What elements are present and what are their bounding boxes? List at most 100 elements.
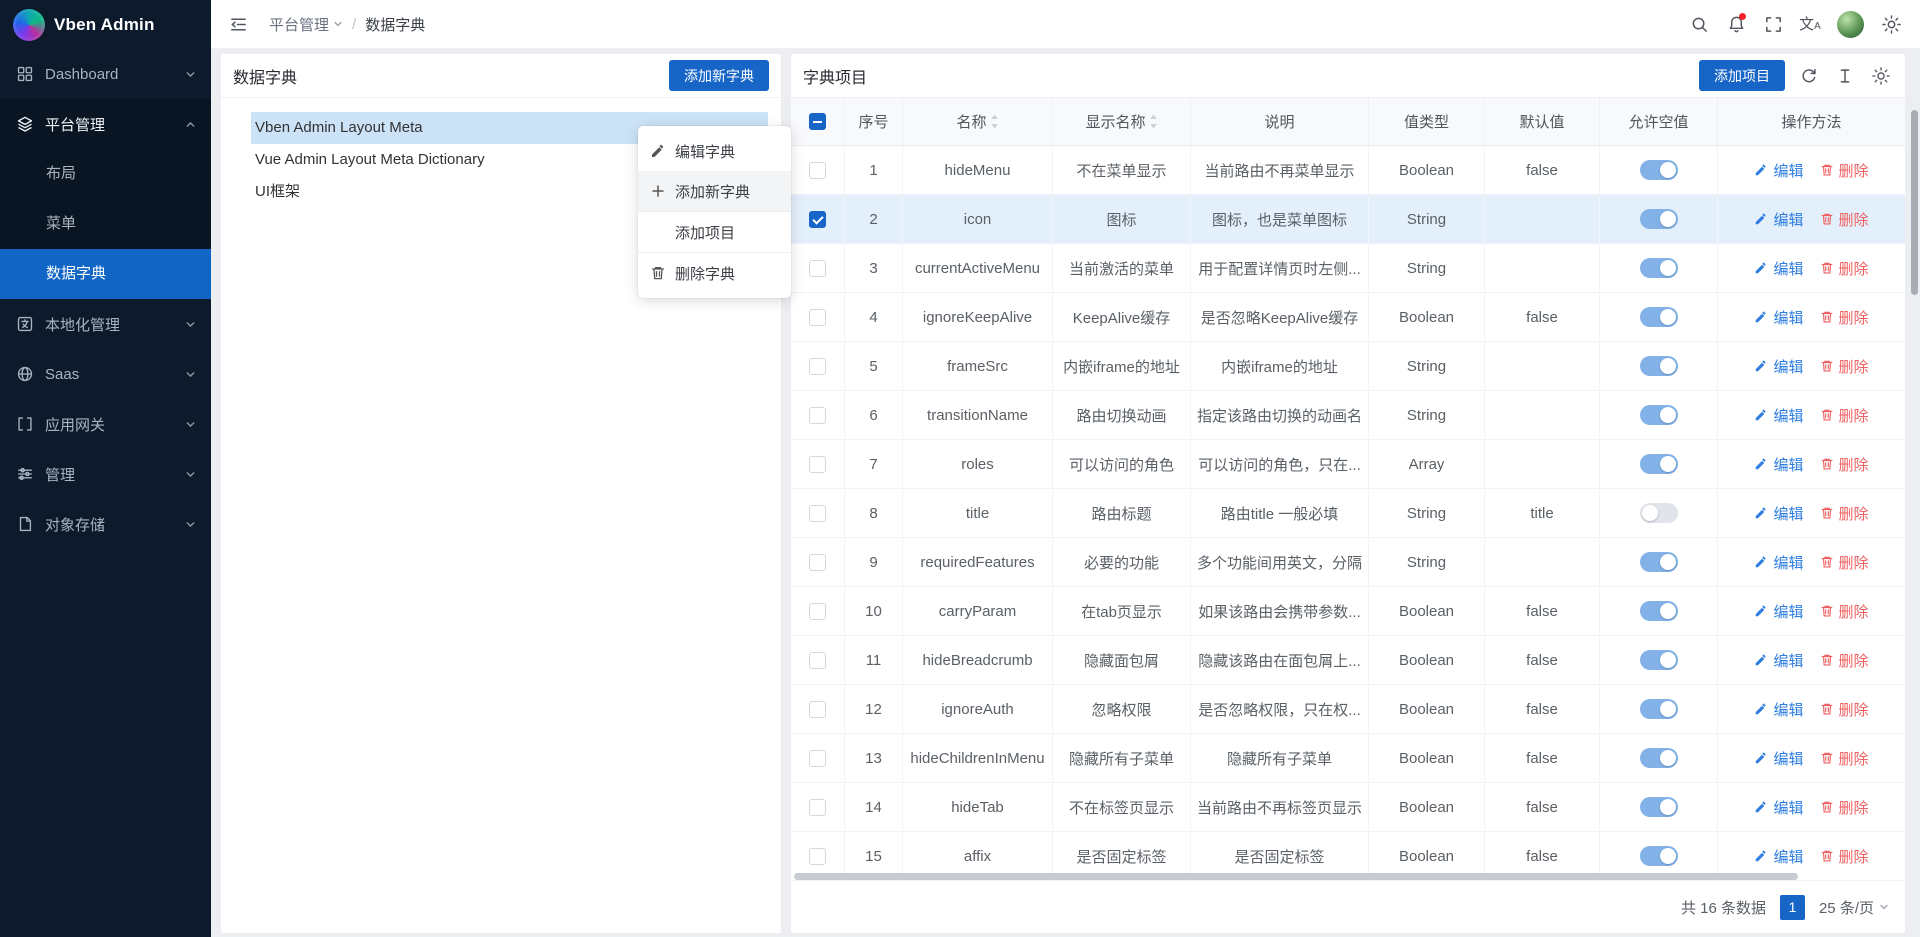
delete-button[interactable]: 删除 xyxy=(1820,797,1869,818)
column-header-name[interactable]: 名称 xyxy=(903,98,1053,146)
allow-null-toggle[interactable] xyxy=(1640,797,1678,817)
allow-null-toggle[interactable] xyxy=(1640,699,1678,719)
allow-null-toggle[interactable] xyxy=(1640,160,1678,180)
allow-null-toggle[interactable] xyxy=(1640,405,1678,425)
delete-button[interactable]: 删除 xyxy=(1820,552,1869,573)
row-height-icon[interactable] xyxy=(1833,64,1857,88)
edit-button[interactable]: 编辑 xyxy=(1754,601,1803,622)
edit-button[interactable]: 编辑 xyxy=(1754,748,1803,769)
row-checkbox[interactable] xyxy=(809,652,826,669)
edit-button[interactable]: 编辑 xyxy=(1754,846,1803,867)
edit-button[interactable]: 编辑 xyxy=(1754,650,1803,671)
delete-button[interactable]: 删除 xyxy=(1820,846,1869,867)
row-checkbox[interactable] xyxy=(809,554,826,571)
vertical-scrollbar[interactable] xyxy=(1911,110,1918,295)
sidebar-subitem-layout[interactable]: 布局 xyxy=(0,149,211,199)
refresh-icon[interactable] xyxy=(1797,64,1821,88)
edit-button[interactable]: 编辑 xyxy=(1754,356,1803,377)
edit-button[interactable]: 编辑 xyxy=(1754,699,1803,720)
sidebar-item-label: 应用网关 xyxy=(45,414,185,435)
row-checkbox[interactable] xyxy=(809,260,826,277)
row-checkbox[interactable] xyxy=(809,309,826,326)
edit-button[interactable]: 编辑 xyxy=(1754,258,1803,279)
sidebar-item-platform[interactable]: 平台管理 xyxy=(0,99,211,149)
sort-icon[interactable] xyxy=(1149,114,1158,129)
sidebar-item-gateway[interactable]: 应用网关 xyxy=(0,399,211,449)
edit-button[interactable]: 编辑 xyxy=(1754,307,1803,328)
delete-button[interactable]: 删除 xyxy=(1820,748,1869,769)
edit-button[interactable]: 编辑 xyxy=(1754,552,1803,573)
notification-icon[interactable] xyxy=(1721,9,1751,39)
logo[interactable]: Vben Admin xyxy=(0,0,211,49)
horizontal-scrollbar[interactable] xyxy=(794,873,1798,880)
row-checkbox[interactable] xyxy=(809,162,826,179)
allow-null-toggle[interactable] xyxy=(1640,846,1678,866)
allow-null-toggle[interactable] xyxy=(1640,552,1678,572)
context-menu-item[interactable]: 添加项目 xyxy=(638,212,791,252)
row-checkbox[interactable] xyxy=(809,799,826,816)
sort-icon[interactable] xyxy=(990,114,999,129)
cell-description: 当前路由不再标签页显示 xyxy=(1191,783,1369,832)
row-checkbox[interactable] xyxy=(809,750,826,767)
allow-null-toggle[interactable] xyxy=(1640,650,1678,670)
row-checkbox[interactable] xyxy=(809,603,826,620)
add-dictionary-button[interactable]: 添加新字典 xyxy=(669,60,769,91)
sidebar-item-saas[interactable]: Saas xyxy=(0,349,211,399)
delete-button[interactable]: 删除 xyxy=(1820,601,1869,622)
edit-button[interactable]: 编辑 xyxy=(1754,797,1803,818)
delete-button[interactable]: 删除 xyxy=(1820,160,1869,181)
delete-button[interactable]: 删除 xyxy=(1820,454,1869,475)
select-all-checkbox[interactable] xyxy=(809,113,826,130)
delete-button[interactable]: 删除 xyxy=(1820,258,1869,279)
edit-button[interactable]: 编辑 xyxy=(1754,160,1803,181)
table-wrap: 序号名称显示名称说明值类型默认值允许空值操作方法1hideMenu不在菜单显示当… xyxy=(791,98,1905,881)
row-checkbox[interactable] xyxy=(809,211,826,228)
table-settings-icon[interactable] xyxy=(1869,64,1893,88)
delete-button[interactable]: 删除 xyxy=(1820,356,1869,377)
add-item-button[interactable]: 添加项目 xyxy=(1699,60,1785,91)
row-checkbox[interactable] xyxy=(809,848,826,865)
allow-null-toggle[interactable] xyxy=(1640,258,1678,278)
row-checkbox[interactable] xyxy=(809,407,826,424)
delete-button[interactable]: 删除 xyxy=(1820,650,1869,671)
allow-null-toggle[interactable] xyxy=(1640,307,1678,327)
context-menu-item[interactable]: 编辑字典 xyxy=(638,131,791,171)
avatar[interactable] xyxy=(1837,11,1864,38)
allow-null-toggle[interactable] xyxy=(1640,748,1678,768)
pagination-page-1[interactable]: 1 xyxy=(1780,895,1805,920)
delete-button[interactable]: 删除 xyxy=(1820,209,1869,230)
column-header-display[interactable]: 显示名称 xyxy=(1053,98,1191,146)
language-icon[interactable]: 文A xyxy=(1795,9,1825,39)
row-checkbox[interactable] xyxy=(809,505,826,522)
sidebar-item-localization[interactable]: 本地化管理 xyxy=(0,299,211,349)
delete-button[interactable]: 删除 xyxy=(1820,405,1869,426)
sidebar-collapse-icon[interactable] xyxy=(223,9,253,39)
settings-gear-icon[interactable] xyxy=(1876,9,1906,39)
sidebar-item-management[interactable]: 管理 xyxy=(0,449,211,499)
allow-null-toggle[interactable] xyxy=(1640,601,1678,621)
context-menu-item[interactable]: 删除字典 xyxy=(638,253,791,293)
page-size-select[interactable]: 25 条/页 xyxy=(1819,897,1889,918)
row-checkbox[interactable] xyxy=(809,701,826,718)
allow-null-toggle[interactable] xyxy=(1640,503,1678,523)
sidebar-subitem-menu[interactable]: 菜单 xyxy=(0,199,211,249)
delete-button[interactable]: 删除 xyxy=(1820,307,1869,328)
edit-button[interactable]: 编辑 xyxy=(1754,405,1803,426)
sidebar-item-object-storage[interactable]: 对象存储 xyxy=(0,499,211,549)
delete-button[interactable]: 删除 xyxy=(1820,503,1869,524)
sidebar-item-dashboard[interactable]: Dashboard xyxy=(0,49,211,99)
edit-button[interactable]: 编辑 xyxy=(1754,503,1803,524)
fullscreen-icon[interactable] xyxy=(1758,9,1788,39)
allow-null-toggle[interactable] xyxy=(1640,209,1678,229)
edit-button[interactable]: 编辑 xyxy=(1754,454,1803,475)
row-checkbox[interactable] xyxy=(809,456,826,473)
breadcrumb-item-platform[interactable]: 平台管理 xyxy=(269,14,343,35)
edit-button[interactable]: 编辑 xyxy=(1754,209,1803,230)
allow-null-toggle[interactable] xyxy=(1640,356,1678,376)
search-icon[interactable] xyxy=(1684,9,1714,39)
context-menu-item[interactable]: 添加新字典 xyxy=(638,171,791,211)
allow-null-toggle[interactable] xyxy=(1640,454,1678,474)
row-checkbox[interactable] xyxy=(809,358,826,375)
delete-button[interactable]: 删除 xyxy=(1820,699,1869,720)
sidebar-subitem-data-dictionary[interactable]: 数据字典 xyxy=(0,249,211,299)
